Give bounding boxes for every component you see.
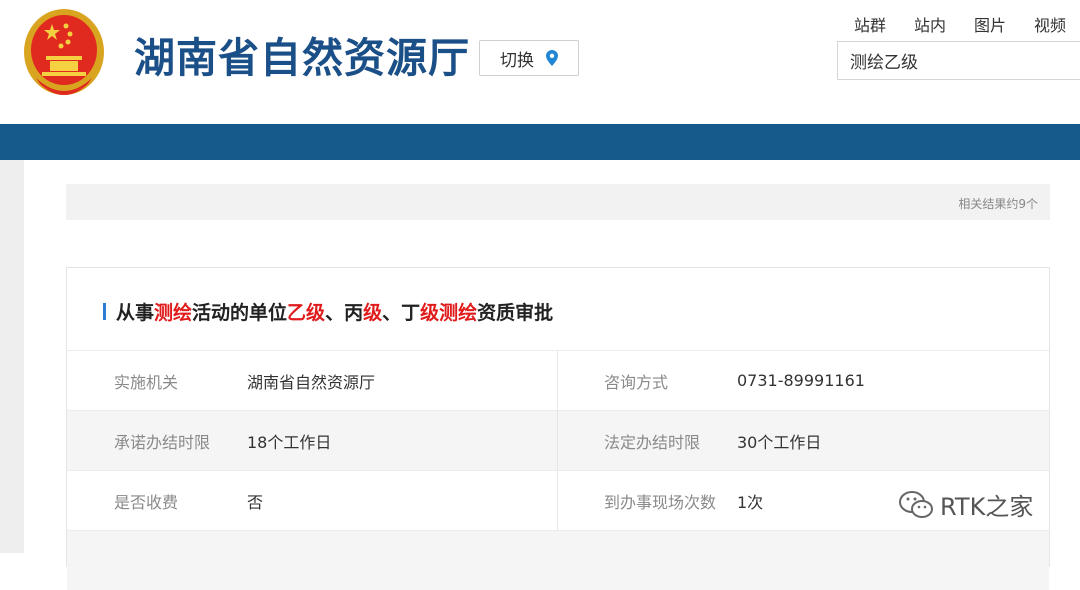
switch-button[interactable]: 切换 [479,40,579,76]
watermark-text: RTK之家 [940,493,1034,521]
title-segment: 、丁 [382,302,421,324]
table-row [67,530,1049,590]
national-emblem-icon [24,9,104,95]
field-label: 是否收费 [114,492,179,512]
field-label: 实施机关 [114,372,179,392]
wechat-icon [899,490,933,518]
left-gutter [0,160,24,553]
title-marker [103,303,106,320]
site-header: 湖南省自然资源厅 切换 站群 站内 图片 视频 [0,0,1080,124]
title-highlight: 乙级 [287,302,326,324]
result-title[interactable]: 从事测绘活动的单位乙级、丙级、丁级测绘资质审批 [103,298,553,325]
title-segment: 活动的单位 [192,302,288,324]
result-count: 相关结果约9个 [958,197,1038,211]
field-value: 18个工作日 [247,432,332,452]
title-highlight: 级测绘 [420,302,478,324]
title-segment: 从事 [116,302,155,324]
field-value: 湖南省自然资源厅 [247,372,376,392]
result-title-text: 从事测绘活动的单位乙级、丙级、丁级测绘资质审批 [116,298,553,325]
nav-item-videos[interactable]: 视频 [1020,12,1080,36]
switch-label: 切换 [500,50,534,71]
title-segment: 、丙 [325,302,364,324]
field-value: 30个工作日 [737,432,822,452]
nav-item-images[interactable]: 图片 [960,12,1020,36]
top-nav: 站群 站内 图片 视频 [840,12,1080,36]
title-highlight: 测绘 [154,302,193,324]
table-row: 实施机关 湖南省自然资源厅 咨询方式 0731-89991161 [67,350,1049,410]
title-highlight: 级 [363,302,383,324]
field-value: 0731-89991161 [737,371,865,390]
field-value: 否 [247,492,264,512]
search-input[interactable] [837,41,1080,80]
site-title[interactable]: 湖南省自然资源厅 [134,30,470,86]
nav-item-in-site[interactable]: 站内 [900,12,960,36]
location-pin-icon [546,50,558,66]
result-summary-bar: 相关结果约9个 [66,184,1050,220]
field-value: 1次 [737,492,764,512]
info-table: 实施机关 湖南省自然资源厅 咨询方式 0731-89991161 承诺办结时限 … [67,350,1049,590]
field-label: 法定办结时限 [604,432,701,452]
nav-bar [0,124,1080,160]
field-label: 承诺办结时限 [114,432,211,452]
title-segment: 资质审批 [477,302,554,324]
field-label: 到办事现场次数 [604,492,717,512]
nav-item-site-group[interactable]: 站群 [840,12,900,36]
table-row: 承诺办结时限 18个工作日 法定办结时限 30个工作日 [67,410,1049,470]
watermark: RTK之家 [898,487,1033,522]
field-label: 咨询方式 [604,372,669,392]
result-card: 从事测绘活动的单位乙级、丙级、丁级测绘资质审批 实施机关 湖南省自然资源厅 咨询… [66,267,1050,590]
